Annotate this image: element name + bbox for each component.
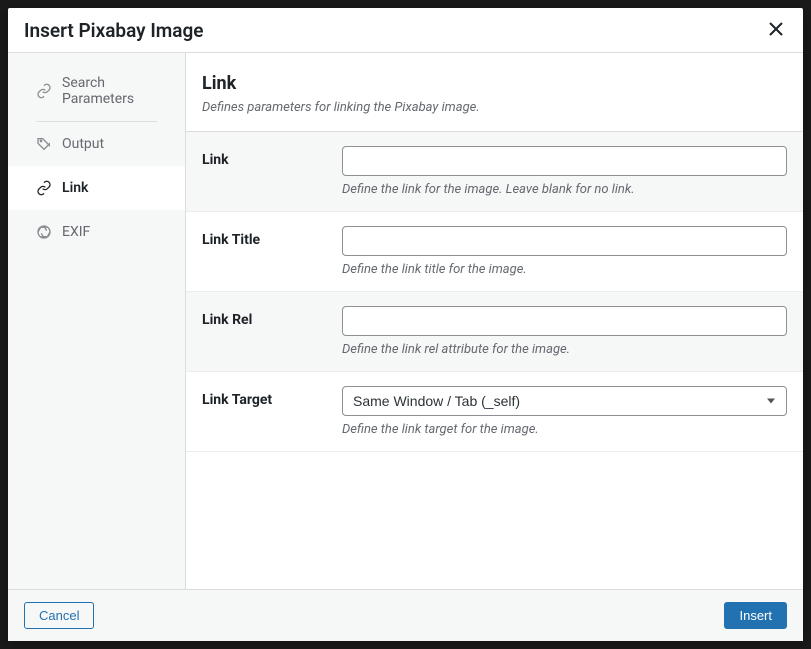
modal-footer: Cancel Insert xyxy=(8,589,803,641)
modal-body: Search Parameters Output Link EXIF xyxy=(8,53,803,589)
field-control-link-title: Define the link title for the image. xyxy=(342,226,787,277)
section-description: Defines parameters for linking the Pixab… xyxy=(202,100,787,115)
modal-header: Insert Pixabay Image xyxy=(8,8,803,53)
sidebar-item-search-parameters[interactable]: Search Parameters xyxy=(8,61,185,121)
sidebar-item-label: Search Parameters xyxy=(62,75,169,107)
field-row-link-rel: Link Rel Define the link rel attribute f… xyxy=(186,292,803,372)
link-input[interactable] xyxy=(342,146,787,176)
insert-button[interactable]: Insert xyxy=(724,602,787,629)
link-chain-icon xyxy=(36,83,52,99)
section-title: Link xyxy=(202,73,787,94)
field-label-link-rel: Link Rel xyxy=(202,306,342,328)
field-label-link-title: Link Title xyxy=(202,226,342,248)
main-panel: Link Defines parameters for linking the … xyxy=(186,53,803,589)
close-icon xyxy=(769,19,783,41)
modal-title: Insert Pixabay Image xyxy=(24,19,204,42)
field-control-link-rel: Define the link rel attribute for the im… xyxy=(342,306,787,357)
tag-icon xyxy=(36,136,52,152)
field-help-link-title: Define the link title for the image. xyxy=(342,262,787,277)
link-title-input[interactable] xyxy=(342,226,787,256)
section-header: Link Defines parameters for linking the … xyxy=(186,53,803,132)
field-label-link: Link xyxy=(202,146,342,168)
link-rel-input[interactable] xyxy=(342,306,787,336)
field-row-link-target: Link Target Same Window / Tab (_self) De… xyxy=(186,372,803,452)
field-label-link-target: Link Target xyxy=(202,386,342,408)
sidebar: Search Parameters Output Link EXIF xyxy=(8,53,186,589)
cancel-button[interactable]: Cancel xyxy=(24,602,94,629)
insert-pixabay-image-modal: Insert Pixabay Image Search Parameters O… xyxy=(8,8,803,641)
field-control-link: Define the link for the image. Leave bla… xyxy=(342,146,787,197)
sidebar-item-link[interactable]: Link xyxy=(8,166,185,210)
sidebar-item-label: Link xyxy=(62,180,88,196)
field-help-link: Define the link for the image. Leave bla… xyxy=(342,182,787,197)
aperture-icon xyxy=(36,224,52,240)
sidebar-item-exif[interactable]: EXIF xyxy=(8,210,185,254)
field-help-link-target: Define the link target for the image. xyxy=(342,422,787,437)
sidebar-item-output[interactable]: Output xyxy=(8,122,185,166)
link-chain-icon xyxy=(36,180,52,196)
field-help-link-rel: Define the link rel attribute for the im… xyxy=(342,342,787,357)
link-target-select[interactable]: Same Window / Tab (_self) xyxy=(342,386,787,416)
sidebar-item-label: EXIF xyxy=(62,224,90,240)
field-row-link: Link Define the link for the image. Leav… xyxy=(186,132,803,212)
sidebar-item-label: Output xyxy=(62,136,104,152)
field-row-link-title: Link Title Define the link title for the… xyxy=(186,212,803,292)
field-control-link-target: Same Window / Tab (_self) Define the lin… xyxy=(342,386,787,437)
close-button[interactable] xyxy=(765,18,787,42)
